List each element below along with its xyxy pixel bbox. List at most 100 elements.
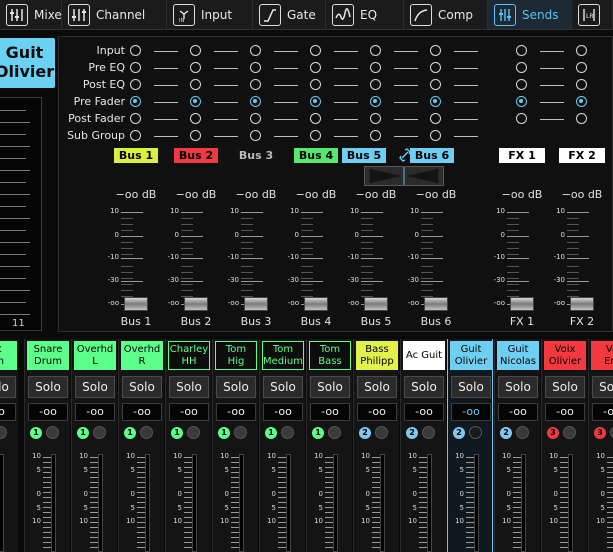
mute-indicator[interactable] — [516, 426, 529, 439]
selected-channel-label[interactable]: Guit Olivier — [0, 38, 55, 88]
mute-indicator[interactable] — [563, 426, 576, 439]
send-tap-radio[interactable] — [430, 79, 441, 90]
bus-label-fx-2[interactable]: FX 2 — [559, 148, 605, 163]
channel-strip[interactable]: Tom Hig Solo -oo 1 10 5 0 5 10 — [212, 339, 258, 552]
channel-fader-track[interactable] — [98, 454, 103, 552]
channel-name-label[interactable]: Guit Nicolas — [497, 341, 539, 370]
send-tap-radio[interactable] — [310, 45, 321, 56]
tab-lr[interactable]: LR — [572, 0, 613, 29]
channel-fader-track[interactable] — [521, 454, 526, 552]
link-icon[interactable] — [399, 148, 411, 162]
send-fader-handle[interactable] — [510, 297, 534, 311]
channel-strip[interactable]: Tom Medium Solo -oo 1 10 5 0 5 10 — [259, 339, 305, 552]
send-tap-radio[interactable] — [516, 79, 527, 90]
mute-indicator[interactable] — [469, 426, 482, 439]
solo-button[interactable]: Solo — [592, 376, 613, 398]
send-fader-handle[interactable] — [304, 297, 328, 311]
stereo-pan-control[interactable] — [364, 166, 444, 186]
channel-fader-track[interactable] — [239, 454, 244, 552]
send-tap-radio[interactable] — [250, 62, 261, 73]
send-fader-handle[interactable] — [184, 297, 208, 311]
send-tap-radio[interactable] — [190, 79, 201, 90]
send-tap-radio[interactable] — [310, 130, 321, 141]
channel-fader-track[interactable] — [145, 454, 150, 552]
channel-strip[interactable]: Ac Guit Solo -oo 2 10 5 0 5 10 — [400, 339, 446, 552]
channel-strip[interactable]: Snare Drum Solo -oo 1 10 5 0 5 10 — [24, 339, 70, 552]
mute-indicator[interactable] — [328, 426, 341, 439]
solo-button[interactable]: Solo — [357, 376, 397, 398]
channel-strip[interactable]: Charley HH Solo -oo 1 10 5 0 5 10 — [165, 339, 211, 552]
send-tap-radio[interactable] — [190, 62, 201, 73]
send-tap-radio[interactable] — [430, 62, 441, 73]
solo-button[interactable]: Solo — [498, 376, 538, 398]
mute-indicator[interactable] — [422, 426, 435, 439]
channel-name-label[interactable]: Guit Olivier — [450, 341, 492, 370]
send-fader-handle[interactable] — [124, 297, 148, 311]
channel-fader-track[interactable] — [333, 454, 338, 552]
channel-strip[interactable]: Guit Olivier Solo -oo 2 10 5 0 5 10 — [447, 339, 493, 552]
tab-input[interactable]: IN Input — [167, 0, 253, 29]
channel-fader-track[interactable] — [192, 454, 197, 552]
mute-indicator[interactable] — [46, 426, 59, 439]
channel-strip[interactable]: Bass Philipp Solo -oo 2 10 5 0 5 10 — [353, 339, 399, 552]
solo-button[interactable]: Solo — [545, 376, 585, 398]
send-tap-radio[interactable] — [250, 79, 261, 90]
mute-indicator[interactable] — [0, 426, 7, 439]
send-tap-radio[interactable] — [310, 62, 321, 73]
solo-button[interactable]: Solo — [451, 376, 491, 398]
send-tap-radio[interactable] — [430, 113, 441, 124]
send-fader-handle[interactable] — [364, 297, 388, 311]
send-tap-radio[interactable] — [310, 96, 321, 107]
channel-name-label[interactable]: Charley HH — [168, 341, 210, 370]
mute-indicator[interactable] — [140, 426, 153, 439]
tab-sends[interactable]: Sends — [488, 0, 572, 29]
send-tap-radio[interactable] — [250, 96, 261, 107]
send-tap-radio[interactable] — [370, 79, 381, 90]
solo-button[interactable]: Solo — [216, 376, 256, 398]
send-tap-radio[interactable] — [130, 79, 141, 90]
send-tap-radio[interactable] — [130, 96, 141, 107]
bus-label-bus-6[interactable]: Bus 6 — [410, 148, 454, 163]
channel-strip[interactable]: Vo Em Solo -oo 3 10 5 0 5 10 — [588, 339, 613, 552]
send-tap-radio[interactable] — [130, 45, 141, 56]
send-tap-radio[interactable] — [190, 113, 201, 124]
send-value-field[interactable]: -oo — [592, 403, 613, 421]
channel-name-label[interactable]: Overhd L — [74, 341, 116, 370]
send-value-field[interactable]: -oo — [75, 403, 115, 421]
send-tap-radio[interactable] — [250, 130, 261, 141]
mute-indicator[interactable] — [234, 426, 247, 439]
send-value-field[interactable]: -oo — [451, 403, 491, 421]
send-value-field[interactable]: -oo — [263, 403, 303, 421]
solo-button[interactable]: Solo — [122, 376, 162, 398]
channel-strip[interactable]: Overhd L Solo -oo 1 10 5 0 5 10 — [71, 339, 117, 552]
tab-comp[interactable]: Comp — [404, 0, 488, 29]
send-value-field[interactable]: -oo — [0, 403, 16, 421]
send-tap-radio[interactable] — [516, 45, 527, 56]
channel-name-label[interactable]: Snare Drum — [27, 341, 69, 370]
send-tap-radio[interactable] — [576, 45, 587, 56]
send-tap-radio[interactable] — [370, 45, 381, 56]
send-tap-radio[interactable] — [130, 130, 141, 141]
send-tap-radio[interactable] — [576, 79, 587, 90]
channel-name-label[interactable]: Vo Em — [591, 341, 613, 370]
send-tap-radio[interactable] — [430, 96, 441, 107]
send-tap-radio[interactable] — [190, 130, 201, 141]
bus-label-bus-5[interactable]: Bus 5 — [342, 148, 386, 163]
channel-name-label[interactable]: Bass Philipp — [356, 341, 398, 370]
channel-fader-track[interactable] — [0, 454, 4, 552]
send-tap-radio[interactable] — [370, 130, 381, 141]
send-tap-radio[interactable] — [370, 96, 381, 107]
send-tap-radio[interactable] — [190, 45, 201, 56]
send-value-field[interactable]: -oo — [28, 403, 68, 421]
solo-button[interactable]: Solo — [0, 376, 16, 398]
send-tap-radio[interactable] — [130, 113, 141, 124]
send-tap-radio[interactable] — [576, 113, 587, 124]
channel-name-label[interactable]: Voix Olivier — [544, 341, 586, 370]
tab-channel[interactable]: Channel — [62, 0, 167, 29]
send-tap-radio[interactable] — [130, 62, 141, 73]
mute-indicator[interactable] — [375, 426, 388, 439]
send-fader-handle[interactable] — [424, 297, 448, 311]
channel-strip[interactable]: Guit Nicolas Solo -oo 2 10 5 0 5 10 — [494, 339, 540, 552]
send-tap-radio[interactable] — [190, 96, 201, 107]
solo-button[interactable]: Solo — [169, 376, 209, 398]
